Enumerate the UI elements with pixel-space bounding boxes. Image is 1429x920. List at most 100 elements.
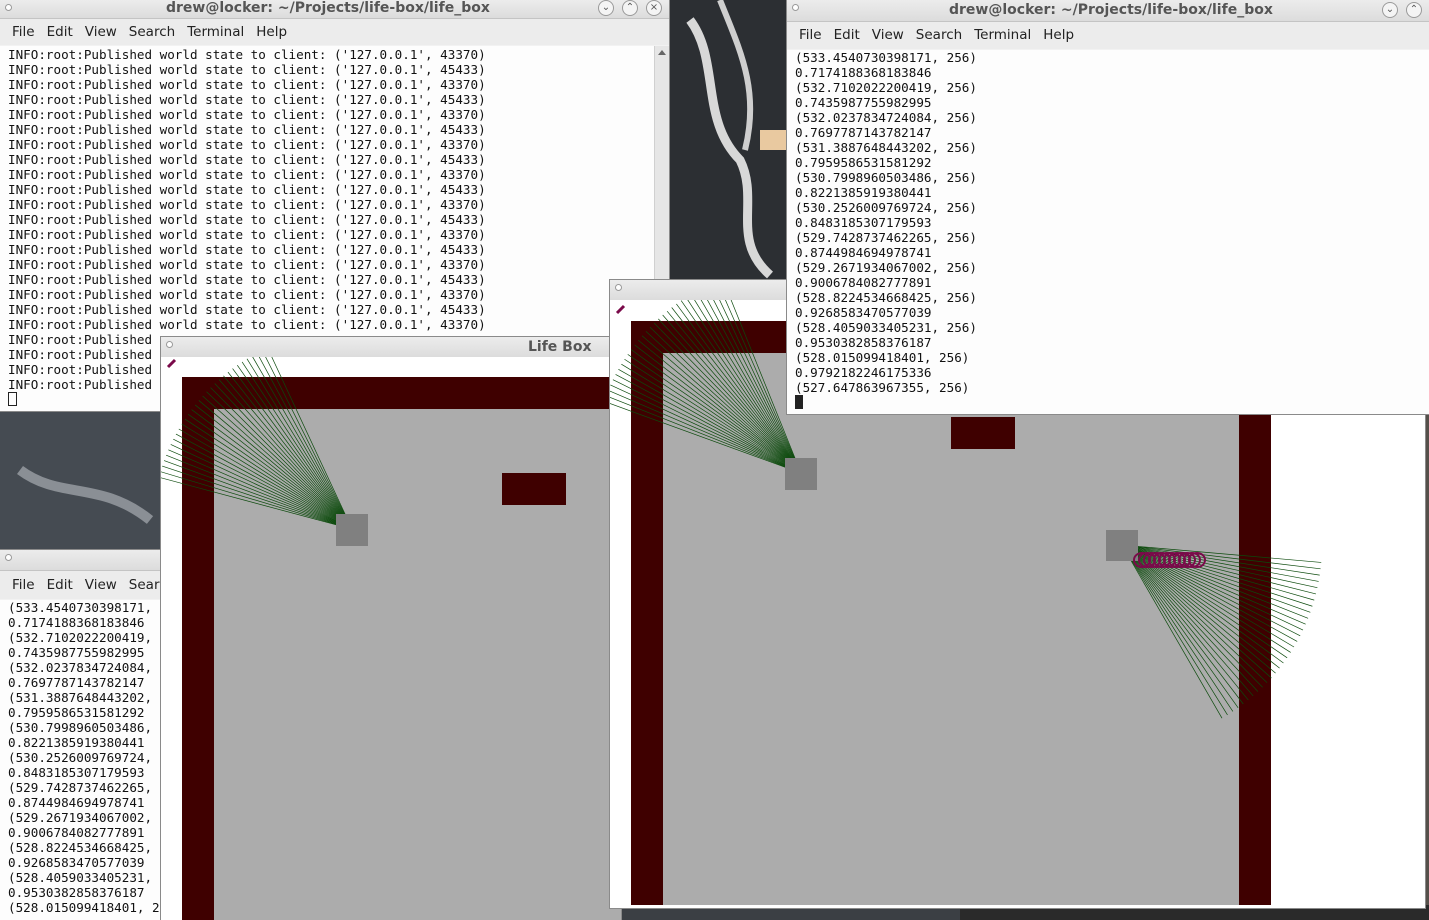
terminal-line: (530.7998960503486, 256) [795, 170, 977, 185]
close-icon[interactable]: × [646, 0, 662, 16]
terminal-line: (532.7102022200419, [8, 630, 153, 645]
terminal-line: INFO:root:Published world state to clien… [8, 152, 486, 167]
terminal-line: INFO:root:Published world state to clien… [8, 212, 486, 227]
terminal-line: (529.2671934067002, 256) [795, 260, 977, 275]
terminal-line: (528.4059033405231, 256) [795, 320, 977, 335]
terminal-line: INFO:root:Published world state to clien… [8, 317, 486, 332]
terminal-line: INFO:root:Published world state to clien… [8, 242, 486, 257]
scroll-up-icon[interactable] [658, 50, 666, 55]
terminal-line: INFO:root:Published world state to clien… [8, 122, 486, 137]
terminal-line: (532.0237834724084, [8, 660, 153, 675]
terminal-line: (527.647863967355, 256) [795, 380, 970, 395]
window-menu-icon[interactable] [6, 555, 11, 560]
terminal-line: INFO:root:Published world state to clien… [8, 137, 486, 152]
terminal-line: (529.7428737462265, 256) [795, 230, 977, 245]
terminal-line: 0.7697787143782147 [795, 125, 932, 140]
minimize-icon[interactable]: ⌄ [598, 0, 614, 16]
menu-view[interactable]: View [872, 22, 904, 49]
menu-search[interactable]: Search [129, 19, 175, 45]
menu-terminal[interactable]: Terminal [187, 19, 244, 45]
terminal-line: 0.7435987755982995 [8, 645, 145, 660]
titlebar[interactable]: drew@locker: ~/Projects/life-box/life_bo… [787, 0, 1429, 22]
window-title: drew@locker: ~/Projects/life-box/life_bo… [166, 0, 490, 16]
terminal-line: (531.3887648443202, [8, 690, 153, 705]
titlebar[interactable]: drew@locker: ~/Projects/life-box/life_bo… [0, 0, 669, 19]
terminal-line: (530.7998960503486, [8, 720, 153, 735]
agent [336, 514, 368, 546]
menu-file[interactable]: File [12, 19, 35, 45]
maximize-icon[interactable]: ⌃ [1406, 2, 1422, 18]
menu-terminal[interactable]: Terminal [974, 22, 1031, 49]
wall-left [182, 377, 214, 920]
menu-help[interactable]: Help [1043, 22, 1074, 49]
terminal-line: INFO:root:Published world state to clien… [8, 92, 486, 107]
terminal-line: 0.8221385919380441 [8, 735, 145, 750]
wall-block [502, 473, 566, 505]
menu-edit[interactable]: Edit [834, 22, 860, 49]
minimize-icon[interactable]: ⌄ [1382, 2, 1398, 18]
terminal-line: (532.0237834724084, 256) [795, 110, 977, 125]
window-title: Life Box [528, 339, 592, 355]
menu-file[interactable]: File [799, 22, 822, 49]
agent-2 [1106, 530, 1138, 561]
menu-edit[interactable]: Edit [47, 19, 73, 45]
terminal-line: (531.3887648443202, 256) [795, 140, 977, 155]
menu-file[interactable]: File [12, 571, 35, 599]
terminal-line: (529.7428737462265, [8, 780, 153, 795]
terminal-line: INFO:root:Published world state to clien… [8, 77, 486, 92]
terminal-line: 0.7959586531581292 [795, 155, 932, 170]
terminal-line: 0.7959586531581292 [8, 705, 145, 720]
terminal-line: (533.4540730398171, [8, 600, 153, 615]
wall-block [951, 417, 1015, 449]
terminal-line: 0.9530382858376187 [795, 335, 932, 350]
window-menu-icon[interactable] [793, 5, 798, 10]
terminal-line: INFO:root:Published world state to clien… [8, 302, 486, 317]
terminal-line: 0.8744984694978741 [795, 245, 932, 260]
terminal-line: 0.9006784082777891 [8, 825, 145, 840]
window-menu-icon[interactable] [6, 5, 11, 10]
terminal-line: (528.8224534668425, [8, 840, 153, 855]
terminal-line: INFO:root:Published world state to clien… [8, 257, 486, 272]
terminal-line: 0.7435987755982995 [795, 95, 932, 110]
menu-view[interactable]: View [85, 571, 117, 599]
menu-search[interactable]: Search [916, 22, 962, 49]
menu-bar: File Edit View Search Terminal Help [787, 22, 1429, 49]
lifebox-window[interactable]: Life Box [161, 337, 621, 920]
terminal-line: 0.8483185307179593 [8, 765, 145, 780]
titlebar[interactable]: Life Box [161, 337, 621, 358]
terminal-window-bottom-left[interactable]: File Edit View Searc (533.4540730398171, 0.7… [0, 550, 175, 920]
terminal-line: INFO:root:Published world state to clien… [8, 182, 486, 197]
agent [785, 458, 817, 490]
wall-left [631, 321, 663, 905]
maximize-icon[interactable]: ⌃ [622, 0, 638, 16]
terminal-line: (533.4540730398171, 256) [795, 50, 977, 65]
prompt-line[interactable] [787, 395, 1429, 410]
menu-bar: File Edit View Searc [0, 571, 175, 599]
terminal-line: INFO:root:Published world state to clien… [8, 227, 486, 242]
terminal-line: 0.9792182246175336 [795, 365, 932, 380]
terminal-line: 0.8483185307179593 [795, 215, 932, 230]
terminal-line: INFO:root:Published world state to clien… [8, 107, 486, 122]
terminal-line: (530.2526009769724, [8, 750, 153, 765]
desktop: drew@locker: ~/Projects/life-box/life_bo… [0, 0, 1429, 920]
terminal-line: (532.7102022200419, 256) [795, 80, 977, 95]
terminal-window-client[interactable]: drew@locker: ~/Projects/life-box/life_bo… [787, 0, 1429, 414]
menu-view[interactable]: View [85, 19, 117, 45]
titlebar[interactable] [0, 550, 175, 571]
world-canvas[interactable] [161, 357, 621, 920]
menu-help[interactable]: Help [256, 19, 287, 45]
terminal-line: 0.9530382858376187 [8, 885, 145, 900]
terminal-line: (530.2526009769724, 256) [795, 200, 977, 215]
window-menu-icon[interactable] [167, 342, 172, 347]
menu-edit[interactable]: Edit [47, 571, 73, 599]
terminal-line: (528.015099418401, 256) [795, 350, 970, 365]
window-menu-icon[interactable] [616, 285, 621, 290]
terminal-line: (529.2671934067002, [8, 810, 153, 825]
terminal-output[interactable]: (533.4540730398171, 0.7174188368183846 (53… [0, 600, 175, 920]
terminal-output[interactable]: (533.4540730398171, 256) 0.71741883681838… [787, 50, 1429, 414]
terminal-cursor [8, 392, 17, 406]
terminal-line: 0.7174188368183846 [795, 65, 932, 80]
terminal-line: 0.9268583470577039 [8, 855, 145, 870]
terminal-line: 0.7174188368183846 [8, 615, 145, 630]
terminal-line: INFO:root:Published world state to clien… [8, 167, 486, 182]
